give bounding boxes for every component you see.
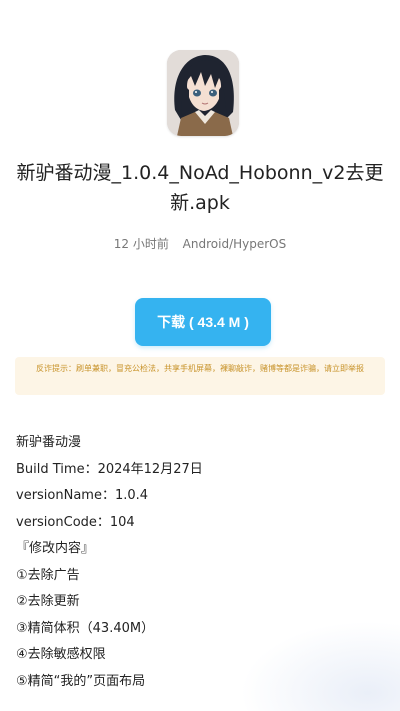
download-page: 新驴番动漫_1.0.4_NoAd_Hobonn_v2去更新.apk 12 小时前… bbox=[0, 0, 400, 711]
description-list: 新驴番动漫 Build Time：2024年12月27日 versionName… bbox=[16, 430, 384, 694]
anime-character-app-icon bbox=[167, 50, 239, 136]
desc-changes-heading: 『修改内容』 bbox=[16, 541, 95, 556]
desc-change-item: ③精简体积（43.40M） bbox=[16, 620, 155, 636]
file-meta: 12 小时前 Android/HyperOS bbox=[0, 235, 400, 252]
desc-change-item: ④去除敏感权限 bbox=[16, 647, 106, 662]
upload-time: 12 小时前 bbox=[113, 237, 169, 251]
download-button[interactable]: 下载 ( 43.4 M ) bbox=[135, 298, 271, 346]
desc-app-name: 新驴番动漫 bbox=[16, 435, 82, 450]
desc-change-item: ①去除广告 bbox=[16, 567, 80, 583]
platform-label: Android/HyperOS bbox=[182, 237, 287, 251]
desc-change-item: ⑤精简“我的”页面布局 bbox=[16, 673, 146, 689]
desc-version-code: versionCode：104 bbox=[16, 514, 135, 530]
desc-build-time: Build Time：2024年12月27日 bbox=[16, 461, 203, 477]
file-name-title: 新驴番动漫_1.0.4_NoAd_Hobonn_v2去更新.apk bbox=[16, 162, 384, 214]
fraud-warning-text: 反诈提示：刷单兼职，冒充公检法，共享手机屏幕，裸聊敲诈，赌博等都是诈骗，请立即举… bbox=[36, 364, 364, 373]
fraud-warning-banner: 反诈提示：刷单兼职，冒充公检法，共享手机屏幕，裸聊敲诈，赌博等都是诈骗，请立即举… bbox=[15, 357, 385, 395]
desc-change-item: ②去除更新 bbox=[16, 594, 80, 609]
desc-version-name: versionName：1.0.4 bbox=[16, 488, 149, 503]
